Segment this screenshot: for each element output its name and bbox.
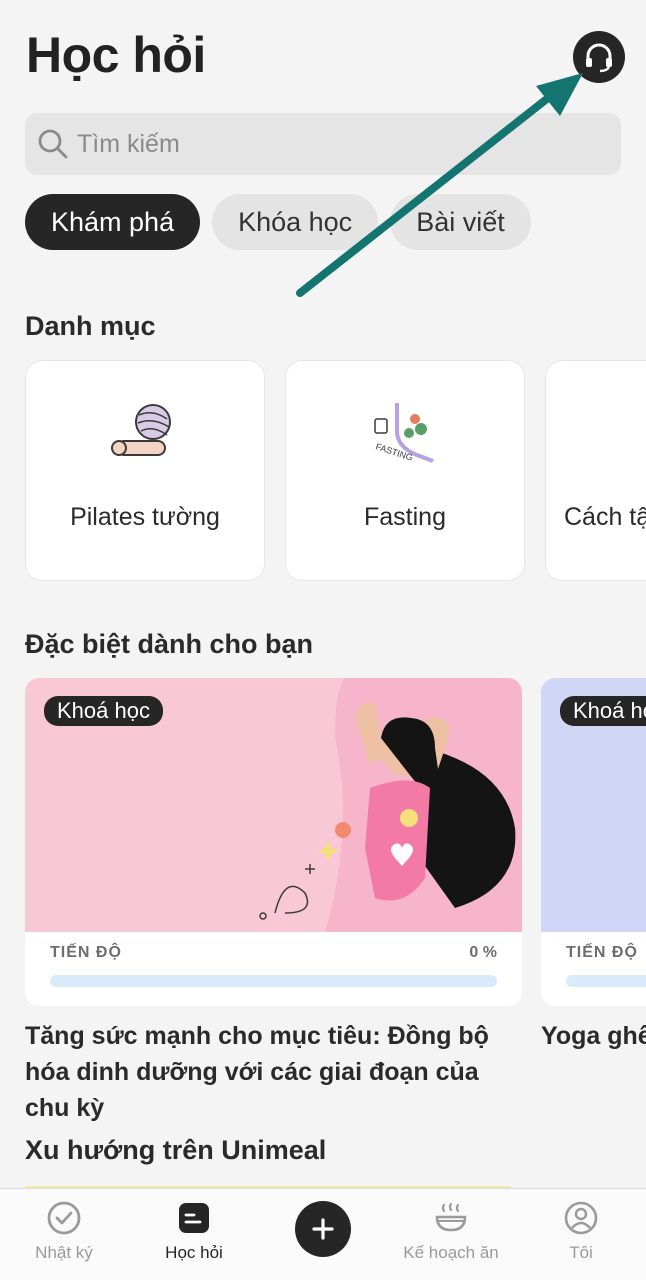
tab-articles[interactable]: Bài viết [390, 194, 531, 250]
bottom-nav: Nhật ký Học hỏi Kế hoạch ăn Tôi [0, 1188, 646, 1280]
meal-bowl-icon [435, 1202, 467, 1232]
page-title: Học hỏi [26, 27, 206, 83]
nav-label: Học hỏi [165, 1243, 223, 1262]
fasting-plate-icon: FASTING [374, 403, 434, 463]
course-card[interactable]: Khoá họ TIẾN ĐỘ Yoga ghế [541, 678, 646, 1126]
course-badge: Khoá học [44, 696, 163, 726]
plus-icon [312, 1218, 334, 1240]
support-button[interactable] [573, 31, 625, 83]
trending-title: Xu hướng trên Unimeal [25, 1135, 327, 1165]
pilates-ball-mat-icon [111, 404, 171, 456]
nav-label: Kế hoạch ăn [403, 1243, 499, 1262]
category-list: Pilates tường FASTING Fasting Cách tậ [26, 361, 646, 580]
nav-label: Tôi [569, 1243, 593, 1262]
category-label: Cách tậ [564, 503, 646, 531]
nav-profile[interactable]: Tôi [521, 1199, 641, 1263]
progress-label: TIẾN ĐỘ [566, 944, 638, 961]
category-illustration-icon [570, 397, 646, 467]
search-placeholder: Tìm kiếm [77, 129, 180, 158]
featured-title: Đặc biệt dành cho bạn [25, 629, 314, 659]
categories-title: Danh mục [25, 311, 156, 341]
tab-courses[interactable]: Khóa học [212, 194, 379, 250]
learn-icon [179, 1203, 209, 1233]
course-title: Tăng sức mạnh cho mục tiêu: Đồng bộ hóa … [25, 1022, 489, 1122]
tab-explore[interactable]: Khám phá [25, 194, 201, 250]
category-card-fasting[interactable]: FASTING Fasting [286, 361, 524, 580]
category-card-pilates[interactable]: Pilates tường [26, 361, 264, 580]
course-badge: Khoá họ [560, 696, 646, 726]
search-icon [38, 129, 68, 159]
fasting-illustration-text: FASTING [374, 441, 414, 462]
progress-value: 0 % [469, 944, 497, 961]
headset-icon [586, 43, 612, 73]
nav-learn[interactable]: Học hỏi [134, 1199, 254, 1263]
course-title: Yoga ghế [541, 1022, 646, 1050]
progress-bar [50, 975, 497, 987]
add-button[interactable] [295, 1201, 351, 1257]
progress-bar [566, 975, 646, 987]
progress-label: TIẾN ĐỘ [50, 944, 122, 961]
course-card[interactable]: Khoá học TIẾN ĐỘ 0 % Tăng sức mạnh cho m… [25, 678, 522, 1126]
profile-icon [564, 1201, 598, 1235]
nav-diary[interactable]: Nhật ký [4, 1199, 124, 1263]
check-circle-icon [47, 1201, 81, 1235]
learn-screen: Học hỏi Tìm kiếm Khám phá Khóa học Bài v… [0, 0, 646, 1280]
category-label: Pilates tường [70, 503, 220, 531]
search-input[interactable]: Tìm kiếm [25, 113, 621, 175]
category-card-third[interactable]: Cách tậ [546, 361, 646, 580]
category-label: Fasting [364, 503, 446, 531]
filter-tabs: Khám phá Khóa học Bài viết [25, 194, 531, 250]
nav-label: Nhật ký [35, 1243, 93, 1262]
nav-meal-plan[interactable]: Kế hoạch ăn [391, 1199, 511, 1263]
featured-course-list: Khoá học TIẾN ĐỘ 0 % Tăng sức mạnh cho m… [25, 678, 646, 1126]
